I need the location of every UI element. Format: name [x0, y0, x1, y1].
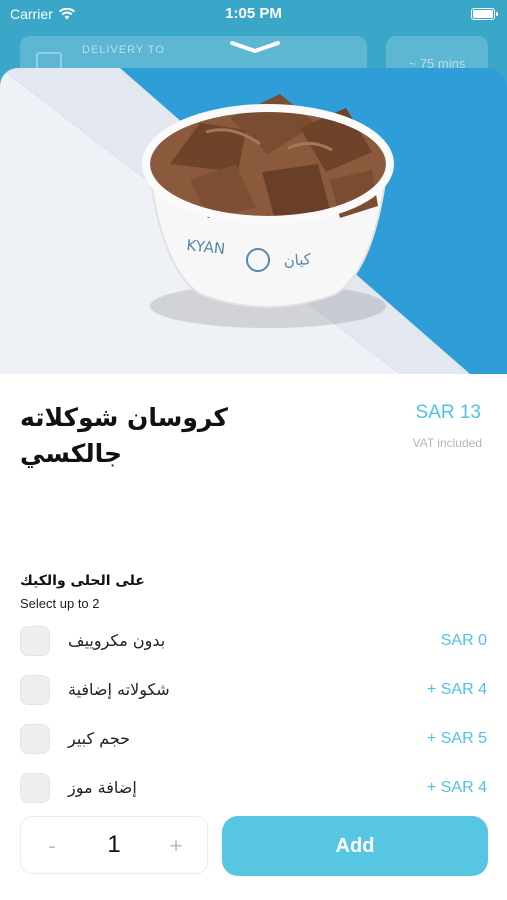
increment-button[interactable]: + [161, 831, 191, 861]
option-price: SAR 0 [440, 632, 487, 649]
options-group-title: على الحلى والكيك [20, 573, 145, 589]
option-checkbox[interactable] [20, 773, 50, 803]
option-label: إضافة موز [68, 778, 137, 797]
option-row[interactable]: بدون مكروييف SAR 0 [0, 626, 507, 662]
option-checkbox[interactable] [20, 724, 50, 754]
option-row[interactable]: حجم كبير + SAR 5 [0, 724, 507, 760]
status-time: 1:05 PM [225, 5, 282, 22]
option-label: شكولاته إضافية [68, 680, 170, 699]
option-price: + SAR 5 [426, 730, 487, 747]
delivery-label: DELIVERY TO [82, 44, 165, 56]
options-group-subtitle: Select up to 2 [20, 596, 100, 611]
product-image: KYAN كيان [0, 68, 507, 374]
status-bar: Carrier 1:05 PM [0, 0, 507, 30]
cup-brand-ar: كيان [283, 250, 312, 270]
chevron-down-icon[interactable] [229, 40, 281, 54]
vat-note: VAT included [412, 436, 482, 450]
option-price: + SAR 4 [426, 779, 487, 796]
option-checkbox[interactable] [20, 675, 50, 705]
product-price: SAR 13 [415, 402, 481, 423]
option-price: + SAR 4 [426, 681, 487, 698]
add-to-cart-button[interactable]: Add [222, 816, 488, 876]
option-row[interactable]: إضافة موز + SAR 4 [0, 773, 507, 809]
option-row[interactable]: شكولاته إضافية + SAR 4 [0, 675, 507, 711]
product-sheet: KYAN كيان كروسان شوكلاته جالكسي SAR 13 V… [0, 68, 507, 900]
product-title: كروسان شوكلاته جالكسي [20, 403, 228, 468]
option-label: حجم كبير [68, 729, 131, 748]
option-label: بدون مكروييف [68, 631, 166, 650]
option-checkbox[interactable] [20, 626, 50, 656]
quantity-stepper: - 1 + [20, 816, 208, 874]
battery-icon [471, 8, 498, 20]
